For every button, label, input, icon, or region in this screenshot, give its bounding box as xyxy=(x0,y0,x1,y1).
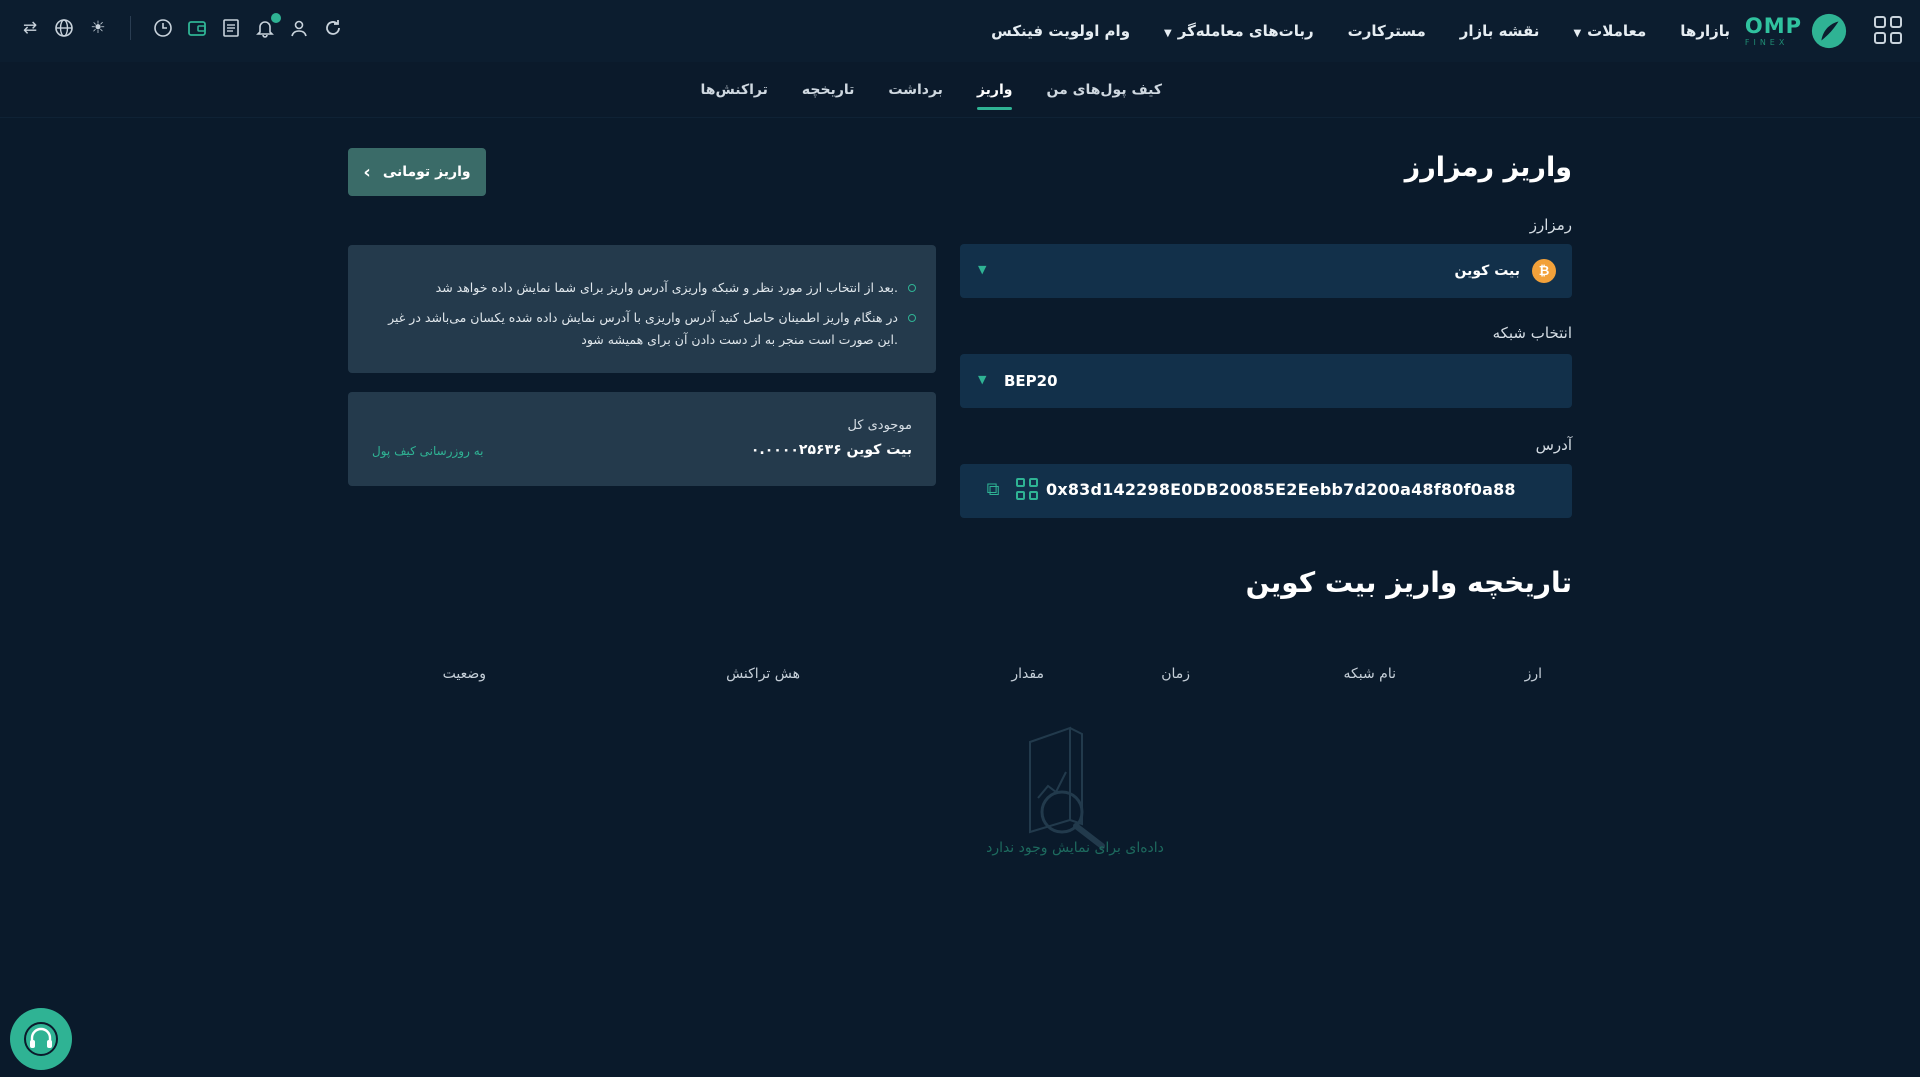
column-header-status: وضعیت xyxy=(442,666,486,682)
history-title: تاریخچه واریز بیت کوین xyxy=(1245,566,1572,599)
chevron-down-icon: ▼ xyxy=(978,263,987,276)
info-item: بعد از انتخاب ارز مورد نظر و شبکه واریزی… xyxy=(386,277,916,299)
toman-deposit-button[interactable]: واریز تومانی ‹ xyxy=(348,148,486,196)
toolbar-icons: ⇄ ☀ xyxy=(18,13,345,40)
tab-history[interactable]: تاریخچه xyxy=(802,62,855,118)
address-label: آدرس xyxy=(1535,436,1572,454)
page-title: واریز رمزارز xyxy=(1404,152,1572,183)
network-label: انتخاب شبکه xyxy=(1492,324,1572,342)
empty-state-icon xyxy=(1029,726,1105,849)
wallet-tabs: کیف پول‌های من واریز برداشت تاریخچه تراک… xyxy=(701,62,1162,118)
bitcoin-icon: ₿ xyxy=(1532,259,1556,283)
nav-item-trading-bots[interactable]: ▼ ربات‌های معامله‌گر xyxy=(1164,22,1314,40)
nav-item-market-map[interactable]: نقشه بازار xyxy=(1460,22,1540,40)
info-box: بعد از انتخاب ارز مورد نظر و شبکه واریزی… xyxy=(348,245,936,373)
copy-icon[interactable]: ⧉ xyxy=(982,478,1004,500)
bullet-icon xyxy=(908,314,916,322)
nav-item-label: ربات‌های معامله‌گر xyxy=(1177,22,1314,40)
nav-item-trades[interactable]: ▼ معاملات xyxy=(1573,22,1646,40)
network-select-value: BEP20 xyxy=(1004,372,1058,390)
nav-item-markets[interactable]: بازارها xyxy=(1680,22,1730,40)
refresh-icon[interactable] xyxy=(321,16,345,40)
swap-icon[interactable]: ⇄ xyxy=(18,16,42,40)
balance-box: موجودی کل ۰.۰۰۰۰۲۵۶۳۶ بیت کوین به روزرسا… xyxy=(348,392,936,486)
balance-label: موجودی کل xyxy=(847,418,912,433)
tab-my-wallets[interactable]: کیف پول‌های من xyxy=(1046,62,1162,118)
column-header-tx-hash: هش تراکنش xyxy=(726,666,800,682)
chevron-down-icon: ▼ xyxy=(1573,28,1582,39)
toman-deposit-label: واریز تومانی xyxy=(382,164,471,180)
balance-value: ۰.۰۰۰۰۲۵۶۳۶ بیت کوین xyxy=(750,442,912,458)
receipt-icon[interactable] xyxy=(219,16,243,40)
coin-select[interactable]: ₿ بیت کوین ▼ xyxy=(960,244,1572,298)
info-text: در هنگام واریز اطمینان حاصل کنید آدرس وا… xyxy=(388,310,898,347)
column-header-currency: ارز xyxy=(1524,666,1542,682)
bullet-icon xyxy=(908,284,916,292)
logo-name: OMP xyxy=(1744,13,1802,38)
wallet-tabs-bar: کیف پول‌های من واریز برداشت تاریخچه تراک… xyxy=(0,62,1920,118)
sun-icon[interactable]: ☀ xyxy=(86,16,110,40)
chevron-down-icon: ▼ xyxy=(1164,28,1172,39)
tab-deposit[interactable]: واریز xyxy=(976,62,1012,118)
column-header-network: نام شبکه xyxy=(1343,666,1396,682)
qr-code-icon[interactable] xyxy=(1016,478,1038,500)
info-item: در هنگام واریز اطمینان حاصل کنید آدرس وا… xyxy=(386,307,916,351)
clock-icon[interactable] xyxy=(151,16,175,40)
column-header-time: زمان xyxy=(1161,666,1190,682)
tab-transactions[interactable]: تراکنش‌ها xyxy=(701,62,768,118)
notification-badge xyxy=(271,13,281,23)
logo[interactable]: OMP FINEX xyxy=(1745,12,1848,50)
address-field: ⧉ 0x83d142298E0DB20085E2Eebb7d200a48f80f… xyxy=(960,464,1572,518)
wallet-icon[interactable] xyxy=(185,16,209,40)
globe-icon[interactable] xyxy=(52,16,76,40)
info-text: بعد از انتخاب ارز مورد نظر و شبکه واریزی… xyxy=(435,280,898,295)
empty-state-text: داده‌ای برای نمایش وجود ندارد xyxy=(986,840,1164,856)
headset-icon xyxy=(24,1022,58,1056)
chevron-left-icon: ‹ xyxy=(363,161,371,183)
apps-grid-icon[interactable] xyxy=(1874,16,1902,44)
top-navbar: ⇄ ☀ بازارها ▼ معاملات نقشه بازار مسترکارت xyxy=(0,0,1920,62)
divider xyxy=(130,16,131,40)
main-nav: بازارها ▼ معاملات نقشه بازار مسترکارت ▼ رب… xyxy=(991,0,1730,62)
tab-withdraw[interactable]: برداشت xyxy=(888,62,943,118)
bell-icon[interactable] xyxy=(253,13,281,40)
support-chat-button[interactable] xyxy=(10,1008,72,1070)
column-header-amount: مقدار xyxy=(1011,666,1044,682)
network-select[interactable]: ▼ BEP20 xyxy=(960,354,1572,408)
user-icon[interactable] xyxy=(287,16,311,40)
nav-item-mastercard[interactable]: مسترکارت xyxy=(1348,22,1426,40)
nav-item-label: معاملات xyxy=(1587,22,1647,40)
chevron-down-icon: ▼ xyxy=(978,373,987,386)
deposit-address: 0x83d142298E0DB20085E2Eebb7d200a48f80f0a… xyxy=(1046,479,1516,499)
nav-item-loan[interactable]: وام اولویت فینکس xyxy=(991,22,1130,40)
logo-sub: FINEX xyxy=(1744,37,1789,47)
coin-select-value: بیت کوین xyxy=(1454,263,1520,279)
coin-label: رمزارز xyxy=(1529,216,1572,234)
refresh-wallet-link[interactable]: به روزرسانی کیف پول xyxy=(372,444,483,458)
logo-mark-icon xyxy=(1811,13,1847,49)
